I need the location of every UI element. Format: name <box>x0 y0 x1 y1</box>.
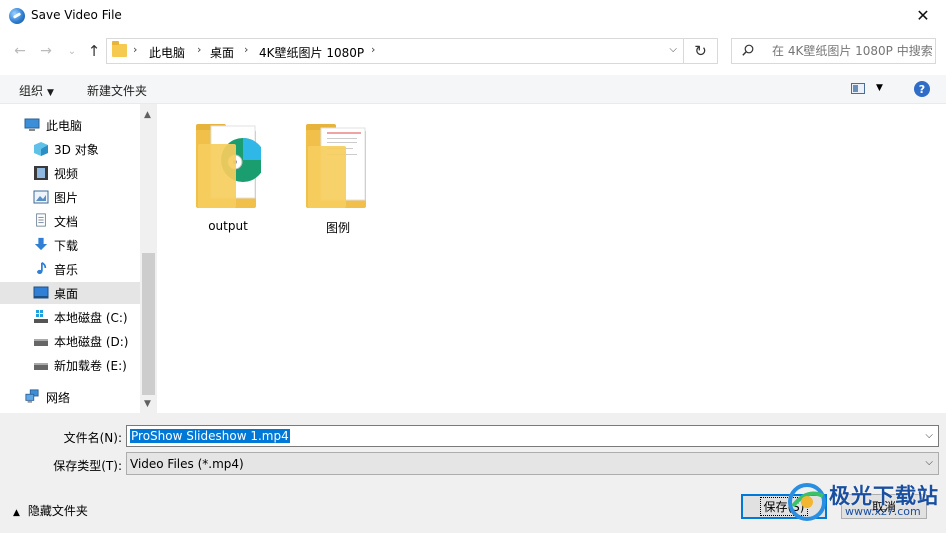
new-folder-button[interactable]: 新建文件夹 <box>87 82 147 99</box>
view-options-caret-icon[interactable]: ▼ <box>876 83 883 93</box>
breadcrumb-this-pc[interactable]: 此电脑 <box>149 44 185 61</box>
desktop-icon <box>33 286 49 299</box>
drive-windows-icon <box>34 310 48 323</box>
hide-folders-label: 隐藏文件夹 <box>27 504 88 518</box>
folder-icon <box>306 124 366 208</box>
sidebar-item-documents[interactable]: 文档 <box>0 210 140 232</box>
filename-field[interactable]: ProShow Slideshow 1.mp4 ⌵ <box>126 425 939 447</box>
close-button[interactable]: ✕ <box>900 0 946 31</box>
scroll-down-icon[interactable]: ▼ <box>144 399 151 409</box>
sidebar-item-label: 本地磁盘 (D:) <box>54 334 129 349</box>
recent-locations-icon[interactable]: ⌄ <box>62 41 82 61</box>
breadcrumb-separator[interactable]: › <box>244 43 248 56</box>
chevron-down-icon[interactable]: ⌵ <box>925 457 933 468</box>
picture-icon <box>33 190 49 204</box>
document-icon <box>36 213 46 227</box>
sidebar-item-label: 桌面 <box>54 286 79 301</box>
chevron-down-icon[interactable]: ⌵ <box>669 44 677 55</box>
back-arrow-icon[interactable]: ← <box>10 41 30 61</box>
address-row: ← → ⌄ ↑ › 此电脑 › 桌面 › 4K壁纸图片 1080P › ⌵ ↻ <box>0 31 946 71</box>
file-name: 图例 <box>325 221 350 235</box>
organize-menu[interactable]: 组织 ▼ <box>19 82 54 99</box>
up-arrow-icon[interactable]: ↑ <box>84 41 104 61</box>
forward-arrow-icon[interactable]: → <box>36 41 56 61</box>
folder-icon <box>196 124 261 208</box>
sidebar-item-videos[interactable]: 视频 <box>0 162 140 184</box>
sidebar-item-music[interactable]: 音乐 <box>0 258 140 280</box>
file-list: output 图例 <box>158 104 946 413</box>
app-icon <box>9 8 25 24</box>
scroll-up-icon[interactable]: ▲ <box>144 110 151 120</box>
sidebar-item-pictures[interactable]: 图片 <box>0 186 140 208</box>
list-item[interactable]: output <box>178 112 278 233</box>
sidebar-item-label: 音乐 <box>54 262 79 277</box>
sidebar-item-label: 3D 对象 <box>54 142 99 157</box>
caret-up-icon: ▲ <box>13 508 20 518</box>
sidebar-item-desktop[interactable]: 桌面 <box>0 282 140 304</box>
title-bar: Save Video File ✕ <box>0 0 946 31</box>
video-icon <box>34 166 48 180</box>
computer-icon <box>24 118 40 131</box>
folder-icon <box>112 41 127 57</box>
network-icon <box>25 389 39 403</box>
watermark: 极光下载站 www.xz7.com <box>787 480 942 530</box>
sidebar-item-3d-objects[interactable]: 3D 对象 <box>0 138 140 160</box>
sidebar-item-label: 图片 <box>54 190 79 205</box>
search-input[interactable] <box>772 44 932 58</box>
watermark-url: www.xz7.com <box>845 505 921 518</box>
address-bar[interactable]: › 此电脑 › 桌面 › 4K壁纸图片 1080P › ⌵ <box>106 38 684 64</box>
search-box[interactable] <box>731 38 936 64</box>
drive-icon <box>34 363 48 370</box>
sidebar-item-network[interactable]: 网络 <box>0 386 140 408</box>
music-icon <box>37 261 47 275</box>
sidebar-item-label: 本地磁盘 (C:) <box>54 310 128 325</box>
refresh-button[interactable]: ↻ <box>684 38 718 64</box>
window-title: Save Video File <box>31 8 122 22</box>
breadcrumb-wallpaper-folder[interactable]: 4K壁纸图片 1080P <box>259 44 364 61</box>
download-icon <box>34 237 48 251</box>
sidebar-item-drive-c[interactable]: 本地磁盘 (C:) <box>0 306 140 328</box>
watermark-logo-icon <box>788 483 826 521</box>
file-name: output <box>208 219 248 233</box>
navigation-pane: 此电脑 3D 对象 视频 图片 文档 下载 音乐 桌面 本地磁盘 (C:) 本地… <box>0 104 158 413</box>
scrollbar-thumb[interactable] <box>142 253 155 395</box>
breadcrumb-separator[interactable]: › <box>197 43 201 56</box>
breadcrumb-desktop[interactable]: 桌面 <box>210 44 234 61</box>
sidebar-item-label: 文档 <box>54 214 79 229</box>
list-item[interactable]: 图例 <box>288 112 388 235</box>
sidebar-item-label: 网络 <box>46 390 71 405</box>
sidebar-item-drive-e[interactable]: 新加载卷 (E:) <box>0 354 140 376</box>
drive-icon <box>34 339 48 346</box>
search-icon <box>742 44 754 56</box>
filename-label: 文件名(N): <box>63 431 122 445</box>
sidebar-item-drive-d[interactable]: 本地磁盘 (D:) <box>0 330 140 352</box>
help-icon[interactable]: ? <box>914 81 930 97</box>
sidebar-item-label: 视频 <box>54 166 79 181</box>
sidebar-scrollbar[interactable]: ▲ ▼ <box>140 104 157 413</box>
sidebar-item-label: 新加载卷 (E:) <box>54 358 127 373</box>
caret-down-icon: ▼ <box>47 88 54 98</box>
filetype-select[interactable]: Video Files (*.mp4) ⌵ <box>126 452 939 475</box>
breadcrumb-separator[interactable]: › <box>133 43 137 56</box>
hide-folders-toggle[interactable]: ▲ 隐藏文件夹 <box>13 502 88 519</box>
view-options-icon[interactable] <box>851 83 865 94</box>
organize-label: 组织 <box>19 84 44 98</box>
chevron-down-icon[interactable]: ⌵ <box>925 430 933 441</box>
filename-input[interactable]: ProShow Slideshow 1.mp4 <box>130 429 290 443</box>
filetype-value: Video Files (*.mp4) <box>130 457 244 471</box>
sidebar-item-downloads[interactable]: 下载 <box>0 234 140 256</box>
command-bar: 组织 ▼ 新建文件夹 ▼ ? <box>0 75 946 104</box>
sidebar-item-label: 此电脑 <box>46 118 83 133</box>
cube-3d-icon <box>34 142 48 156</box>
sidebar-item-label: 下载 <box>54 238 79 253</box>
breadcrumb-separator[interactable]: › <box>371 43 375 56</box>
filetype-label: 保存类型(T): <box>53 459 122 473</box>
sidebar-item-this-pc[interactable]: 此电脑 <box>0 114 140 136</box>
